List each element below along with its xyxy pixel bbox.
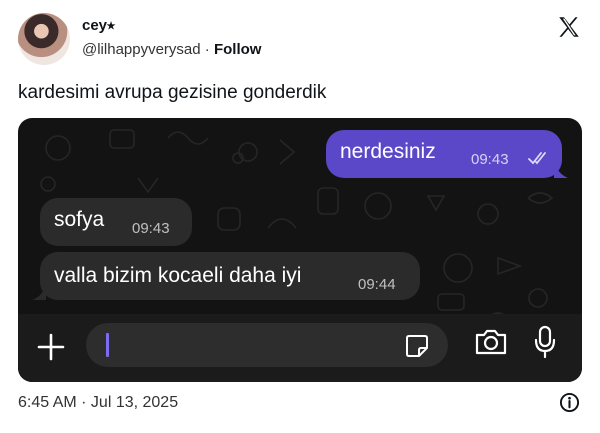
message-time: 09:43 [471, 151, 509, 168]
chat-screenshot: nerdesiniz 09:43 sofya 09:43 valla bizim… [18, 118, 582, 382]
tweet-text: kardesimi avrupa gezisine gonderdik [18, 82, 327, 103]
tweet-timestamp[interactable]: 6:45 AM · Jul 13, 2025 [18, 394, 178, 412]
info-icon[interactable] [559, 392, 580, 413]
display-name[interactable]: cey⭑ [82, 17, 115, 34]
follow-button[interactable]: Follow [214, 41, 262, 58]
camera-icon[interactable] [474, 328, 508, 356]
sticker-icon[interactable] [404, 333, 430, 359]
message-input[interactable] [86, 323, 448, 367]
message-text: sofya [54, 208, 105, 231]
user-handle[interactable]: @lilhappyverysad [82, 41, 201, 58]
incoming-message[interactable]: sofya 09:43 [40, 198, 192, 246]
avatar[interactable] [18, 13, 70, 65]
message-text: valla bizim kocaeli daha iyi [54, 264, 302, 287]
handle-row: @lilhappyverysad · Follow [82, 41, 261, 58]
message-time: 09:43 [132, 220, 170, 237]
message-composer [18, 314, 582, 382]
message-text: nerdesiniz [340, 140, 436, 163]
message-time: 09:44 [358, 276, 396, 293]
double-check-icon [528, 152, 546, 165]
outgoing-message[interactable]: nerdesiniz 09:43 [326, 130, 562, 178]
plus-icon[interactable] [36, 332, 66, 362]
x-logo-icon[interactable] [556, 14, 582, 40]
separator: · [200, 41, 214, 58]
incoming-message[interactable]: valla bizim kocaeli daha iyi 09:44 [40, 252, 420, 300]
text-caret [106, 333, 109, 357]
microphone-icon[interactable] [534, 325, 556, 359]
bubble-tail-incoming [32, 284, 46, 300]
bubble-tail-outgoing [554, 162, 568, 178]
